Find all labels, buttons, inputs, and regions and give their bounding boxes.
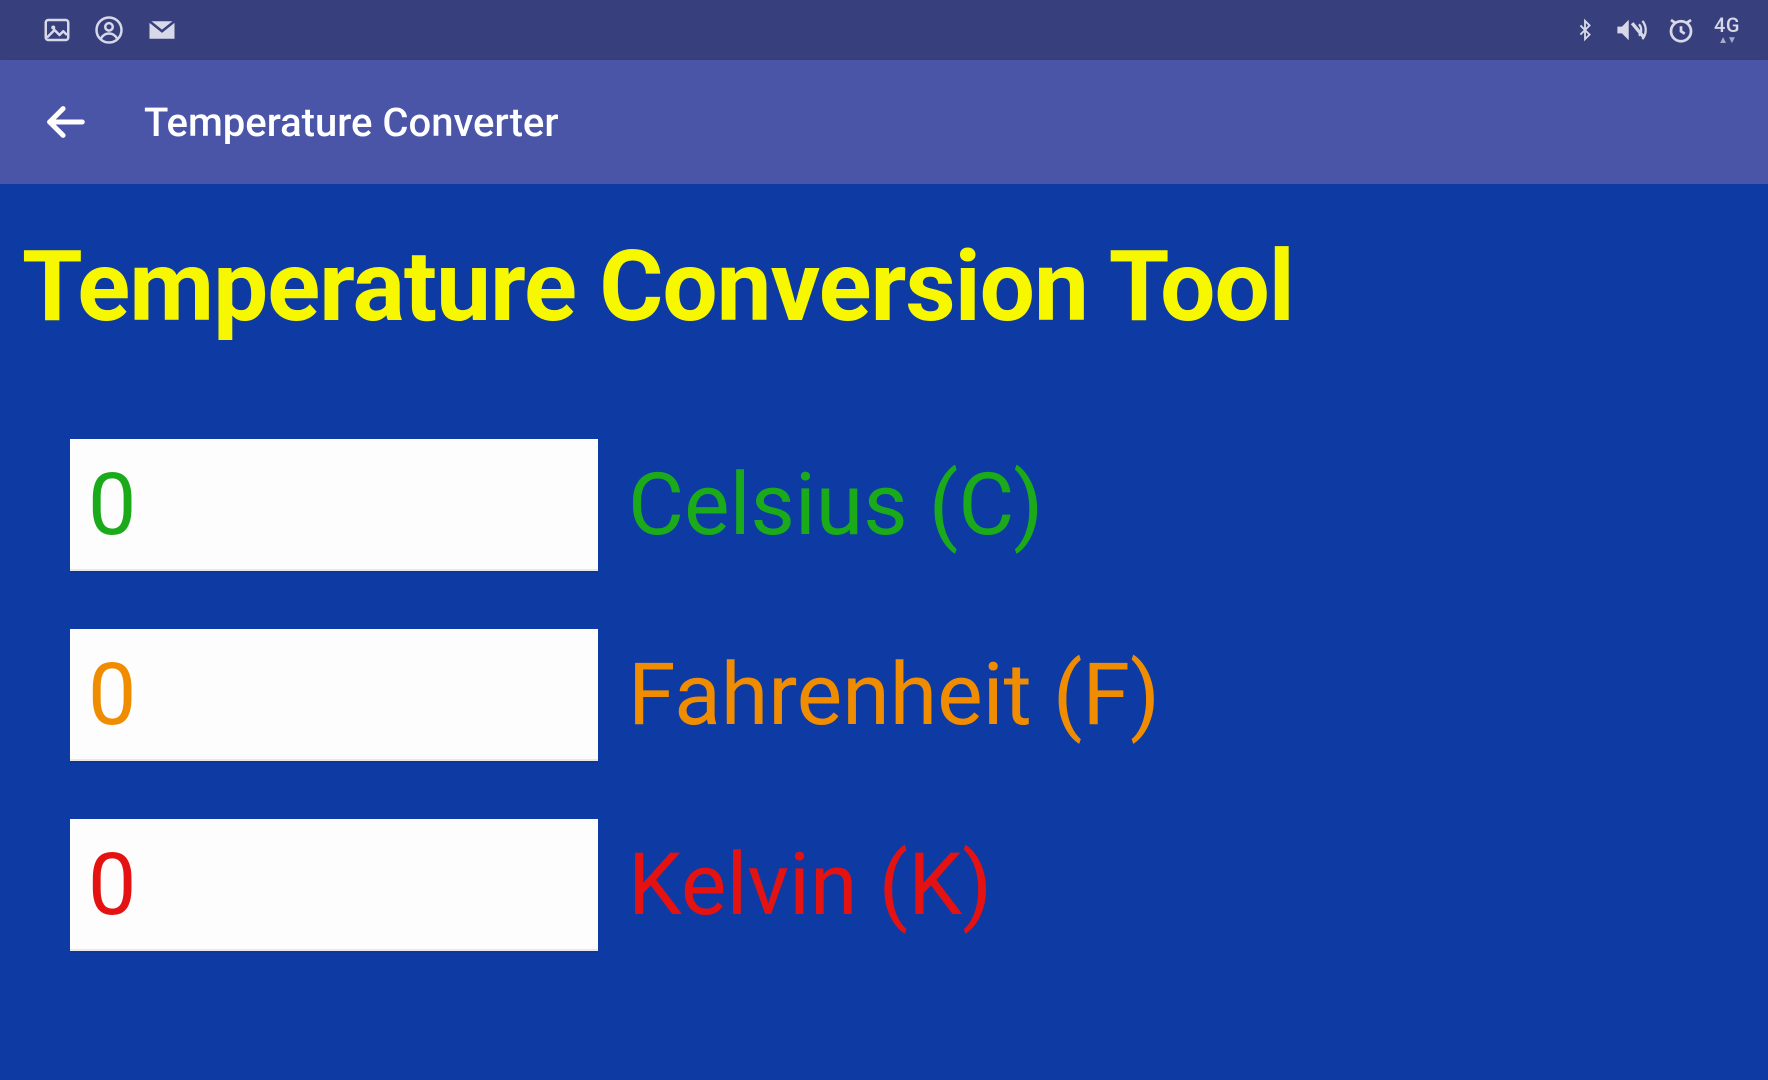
mail-icon [146, 15, 178, 45]
network-4g-label: 4G [1714, 15, 1740, 35]
alarm-icon [1666, 15, 1696, 45]
status-bar: 4G ▲▼ [0, 0, 1768, 60]
page-title: Temperature Conversion Tool [22, 236, 1746, 339]
user-circle-icon [94, 15, 124, 45]
image-icon [42, 15, 72, 45]
network-4g-indicator: 4G ▲▼ [1714, 15, 1740, 46]
mute-vibrate-icon [1614, 15, 1648, 45]
celsius-input[interactable] [70, 439, 598, 571]
celsius-label: Celsius (C) [628, 462, 1043, 548]
row-kelvin: Kelvin (K) [70, 819, 1746, 951]
fahrenheit-input[interactable] [70, 629, 598, 761]
kelvin-input[interactable] [70, 819, 598, 951]
app-bar: Temperature Converter [0, 60, 1768, 184]
conversion-rows: Celsius (C) Fahrenheit (F) Kelvin (K) [22, 439, 1746, 951]
row-fahrenheit: Fahrenheit (F) [70, 629, 1746, 761]
status-bar-right: 4G ▲▼ [1574, 15, 1740, 46]
bluetooth-icon [1574, 15, 1596, 45]
status-bar-left [42, 15, 178, 45]
network-arrows-icon: ▲▼ [1718, 36, 1736, 46]
app-bar-title: Temperature Converter [144, 99, 558, 146]
fahrenheit-label: Fahrenheit (F) [628, 652, 1160, 738]
main-content: Temperature Conversion Tool Celsius (C) … [0, 184, 1768, 951]
kelvin-label: Kelvin (K) [628, 842, 992, 928]
row-celsius: Celsius (C) [70, 439, 1746, 571]
back-button[interactable] [42, 99, 88, 145]
